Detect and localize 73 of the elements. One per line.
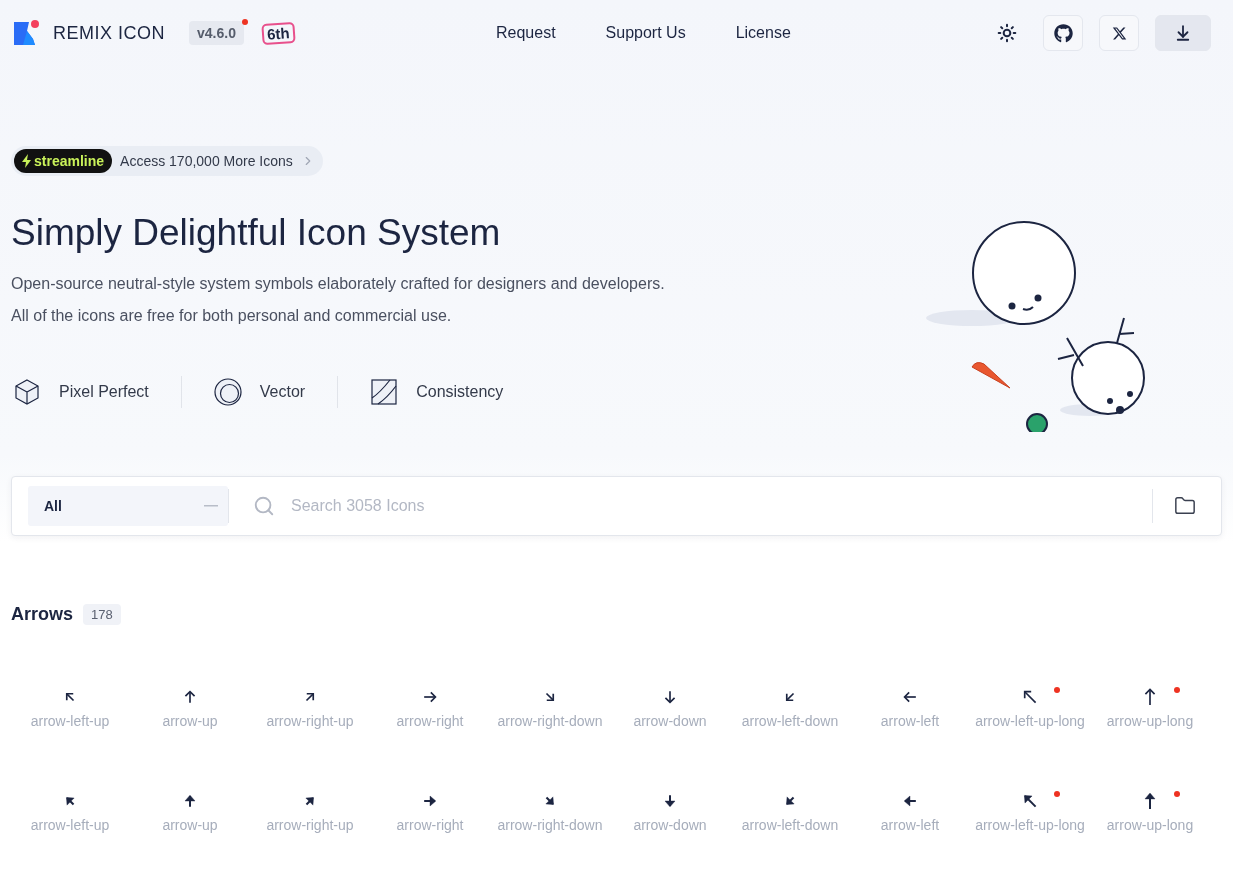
icon-tile[interactable]: arrow-right-down xyxy=(490,781,610,871)
circle-icon xyxy=(213,378,242,406)
icon-tile[interactable]: arrow-up-long xyxy=(1090,677,1210,767)
download-icon xyxy=(1174,24,1192,42)
feature-label: Pixel Perfect xyxy=(59,383,149,401)
icon-tile[interactable]: arrow-left-down xyxy=(730,781,850,871)
brand-name: REMIX ICON xyxy=(53,22,165,44)
icon-name: arrow-left-up-long xyxy=(975,713,1085,729)
promo-text: Access 170,000 More Icons xyxy=(120,153,293,169)
icon-name: arrow-left xyxy=(880,713,940,729)
icon-tile[interactable]: arrow-up xyxy=(130,781,250,871)
icon-name: arrow-right xyxy=(396,713,464,729)
sun-icon xyxy=(997,23,1017,43)
download-button[interactable] xyxy=(1155,15,1211,51)
icon-tile[interactable]: arrow-right-up xyxy=(250,781,370,871)
search-field[interactable]: Search 3058 Icons xyxy=(289,496,1128,516)
dash-icon xyxy=(204,505,218,507)
github-icon xyxy=(1053,23,1073,43)
icon-tile[interactable]: arrow-right xyxy=(370,677,490,767)
icon-name: arrow-right xyxy=(396,817,464,833)
icon-name: arrow-right-down xyxy=(497,713,603,729)
logo-icon xyxy=(13,19,41,47)
icon-name: arrow-right-down xyxy=(497,817,603,833)
x-icon xyxy=(1111,25,1127,41)
icon-tile[interactable]: arrow-down xyxy=(610,677,730,767)
icon-tile[interactable]: arrow-left-up-long xyxy=(970,781,1090,871)
feature-label: Vector xyxy=(259,383,306,401)
icon-count: 178 xyxy=(83,604,121,625)
github-button[interactable] xyxy=(1043,15,1083,51)
section-title: Arrows xyxy=(11,604,73,625)
folder-icon xyxy=(1174,495,1196,517)
icon-name: arrow-left-up-long xyxy=(975,817,1085,833)
icon-name: arrow-up xyxy=(162,713,218,729)
category-select[interactable]: All xyxy=(28,486,228,526)
icon-name: arrow-left-up xyxy=(30,817,110,833)
promo-link[interactable]: streamline Access 170,000 More Icons xyxy=(11,146,323,176)
icon-name: arrow-right-up xyxy=(266,817,354,833)
square-icon xyxy=(370,378,399,406)
feature-label: Consistency xyxy=(416,383,504,401)
nav-link[interactable]: Request xyxy=(496,24,556,42)
anniversary-badge: 6th xyxy=(261,21,296,45)
icon-tile[interactable]: arrow-left-up-long xyxy=(970,677,1090,767)
icon-name: arrow-up-long xyxy=(1106,713,1194,729)
badge-label: streamline xyxy=(34,153,105,169)
icon-tile[interactable]: arrow-left-down xyxy=(730,677,850,767)
icon-name: arrow-down xyxy=(633,713,707,729)
icon-tile[interactable]: arrow-left-up xyxy=(10,781,130,871)
search-icon xyxy=(253,495,275,517)
icon-tile[interactable]: arrow-left-up xyxy=(10,677,130,767)
icon-tile[interactable]: arrow-right-down xyxy=(490,677,610,767)
icon-tile[interactable]: arrow-right-up xyxy=(250,677,370,767)
icon-name: arrow-down xyxy=(633,817,707,833)
hero-description: Open-source neutral-style system symbols elaborately crafted for designers and developers. xyxy=(11,274,666,294)
icon-tile[interactable]: arrow-left xyxy=(850,781,970,871)
icon-name: arrow-left-up xyxy=(30,713,110,729)
cube-icon xyxy=(13,378,41,406)
icon-name: arrow-up xyxy=(162,817,218,833)
icon-name: arrow-left-down xyxy=(741,817,839,833)
icon-name: arrow-right-up xyxy=(266,713,354,729)
nav-link[interactable]: Support Us xyxy=(605,24,686,42)
icon-tile[interactable]: arrow-down xyxy=(610,781,730,871)
icon-name: arrow-left-down xyxy=(741,713,839,729)
icon-tile[interactable]: arrow-left xyxy=(850,677,970,767)
x-button[interactable] xyxy=(1099,15,1139,51)
icon-tile[interactable]: arrow-up-long xyxy=(1090,781,1210,871)
icon-name: arrow-up-long xyxy=(1106,817,1194,833)
hero-description: All of the icons are free for both personal and commercial use. xyxy=(11,306,453,326)
icon-tile[interactable]: arrow-up xyxy=(130,677,250,767)
icon-name: arrow-left xyxy=(880,817,940,833)
hero-title: Simply Delightful Icon System xyxy=(11,212,502,254)
lightning-icon xyxy=(22,154,31,168)
nav-link[interactable]: License xyxy=(735,24,791,42)
icon-tile[interactable]: arrow-right xyxy=(370,781,490,871)
